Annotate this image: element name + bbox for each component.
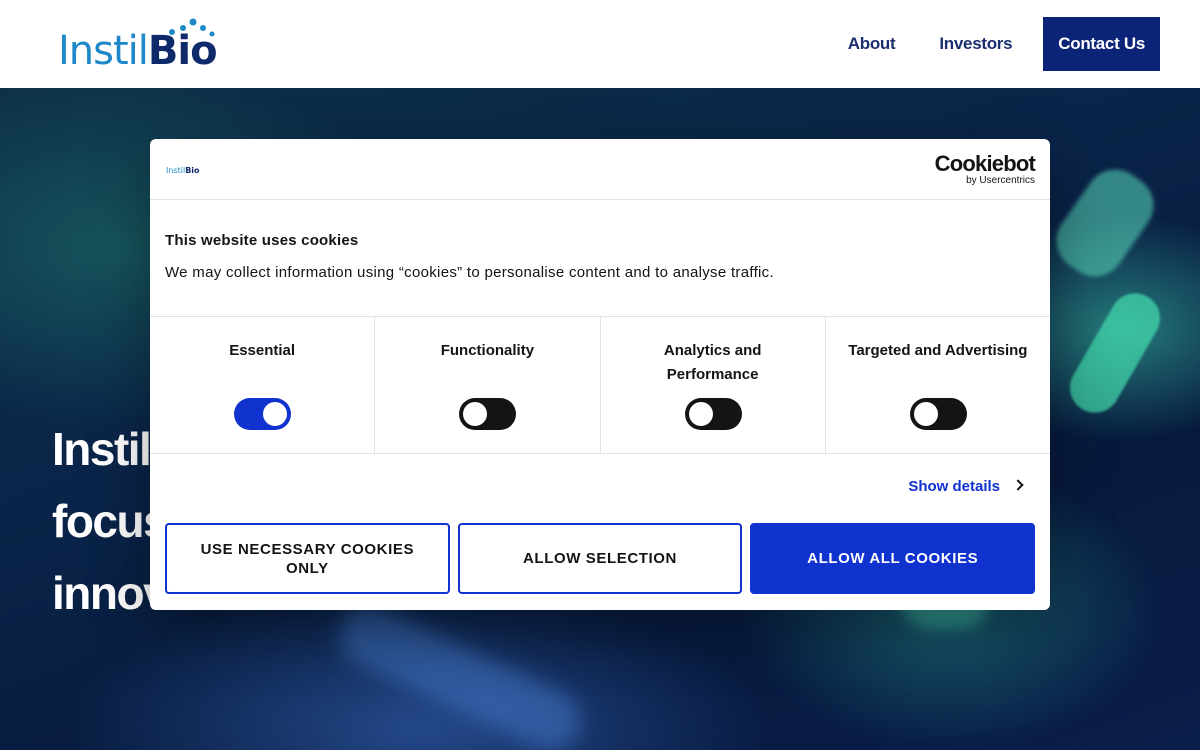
- dialog-description: We may collect information using “cookie…: [165, 264, 774, 281]
- allow-selection-button[interactable]: ALLOW SELECTION: [457, 523, 743, 594]
- nav-investors-link[interactable]: Investors: [917, 34, 1034, 54]
- cookiebot-name: Cookiebot: [934, 151, 1036, 176]
- show-details-label: Show details: [908, 478, 1000, 495]
- toggle-knob: [913, 402, 938, 426]
- logo-wordmark: InstilBio: [58, 28, 218, 74]
- functionality-toggle[interactable]: [459, 398, 517, 430]
- show-details-link[interactable]: Show details: [908, 478, 1024, 495]
- category-label: Essential: [229, 342, 296, 359]
- category-analytics: Analytics and Performance: [601, 317, 826, 453]
- essential-toggle[interactable]: [234, 398, 291, 430]
- site-header: InstilBio About Investors Contact Us: [0, 0, 1200, 88]
- dialog-actions: USE NECESSARY COOKIES ONLY ALLOW SELECTI…: [165, 523, 1036, 594]
- category-functionality: Functionality: [375, 317, 601, 453]
- hero-decor-pill: [1060, 284, 1170, 422]
- category-targeted: Targeted and Advertising: [826, 317, 1050, 453]
- toggle-knob: [688, 402, 713, 426]
- category-label: Analytics and Performance: [663, 342, 762, 383]
- dialog-title: This website uses cookies: [165, 232, 359, 249]
- category-essential: Essential: [150, 317, 376, 453]
- analytics-toggle[interactable]: [684, 398, 742, 430]
- mini-logo-part-bio: Bio: [185, 166, 200, 175]
- nav-about-link[interactable]: About: [826, 34, 918, 54]
- cookie-categories: Essential Functionality Analytics and Pe…: [150, 316, 1050, 454]
- targeted-toggle[interactable]: [909, 398, 967, 430]
- dialog-header: InstilBio Cookiebot by Usercentrics: [150, 139, 1050, 200]
- use-necessary-cookies-button[interactable]: USE NECESSARY COOKIES ONLY: [165, 523, 450, 594]
- chevron-right-icon: [1012, 479, 1024, 491]
- mini-logo-part-instil: Instil: [166, 166, 186, 175]
- logo-part-bio: Bio: [147, 28, 218, 74]
- hero-decor-pill: [329, 595, 591, 750]
- cookiebot-sub: by Usercentrics: [966, 175, 1035, 186]
- dialog-instilbio-logo: InstilBio: [166, 166, 200, 175]
- toggle-knob: [463, 402, 488, 426]
- main-nav: About Investors Contact Us: [826, 17, 1160, 71]
- toggle-knob: [263, 402, 287, 426]
- instilbio-logo[interactable]: InstilBio: [58, 18, 228, 74]
- category-label: Targeted and Advertising: [848, 342, 1028, 359]
- hero-decor-pill: [1044, 157, 1166, 289]
- category-label: Functionality: [440, 342, 535, 359]
- cookiebot-logo[interactable]: Cookiebot by Usercentrics: [934, 151, 1036, 186]
- logo-part-instil: Instil: [58, 28, 149, 74]
- cookie-consent-dialog: InstilBio Cookiebot by Usercentrics This…: [150, 139, 1050, 610]
- contact-us-button[interactable]: Contact Us: [1043, 17, 1160, 71]
- allow-all-cookies-button[interactable]: ALLOW ALL COOKIES: [750, 523, 1036, 594]
- dialog-body: This website uses cookies We may collect…: [165, 232, 1035, 281]
